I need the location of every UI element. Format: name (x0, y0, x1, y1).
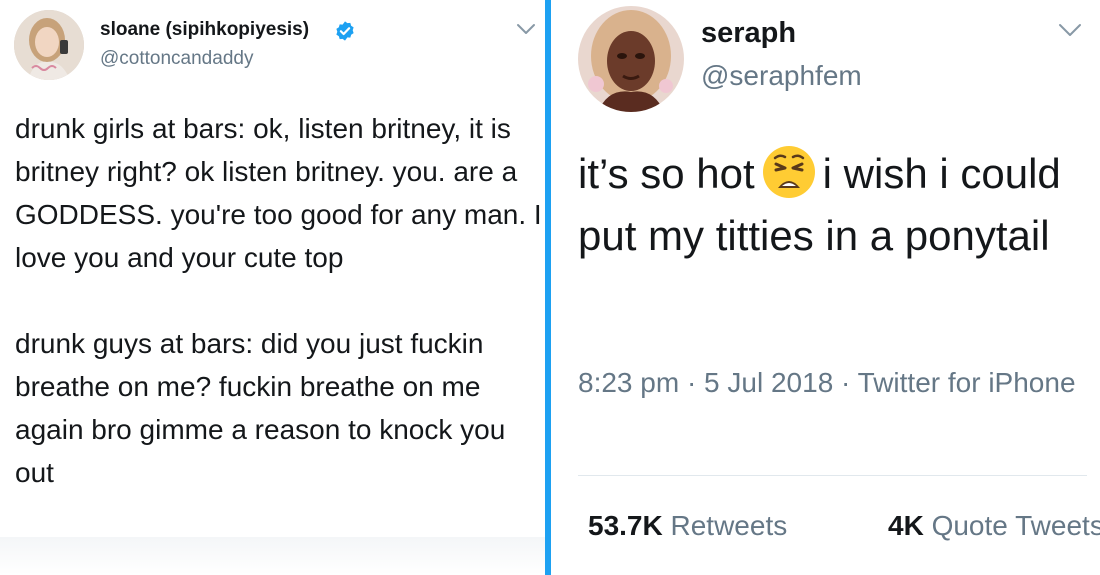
quote-tweets-stat[interactable]: 4K Quote Tweets (888, 510, 1100, 542)
tweet-paragraph-1: drunk girls at bars: ok, listen britney,… (15, 113, 542, 273)
right-tweet-card: seraph @seraphfem it’s so hot i wish i c… (551, 0, 1100, 575)
engagement-stats: 53.7K Retweets 4K Quote Tweets (588, 510, 1100, 542)
weary-face-emoji-icon (762, 145, 815, 198)
avatar-sloane[interactable] (14, 10, 84, 80)
quote-tweets-label: Quote Tweets (931, 510, 1100, 541)
tweet-text-part-1: it’s so hot (578, 150, 755, 197)
tweet-timestamp[interactable]: 8:23 pm · 5 Jul 2018 · Twitter for iPhon… (578, 362, 1078, 404)
user-handle[interactable]: @cottoncandaddy (100, 48, 253, 70)
avatar-seraph[interactable] (578, 6, 684, 112)
display-name[interactable]: sloane (sipihkopiyesis) (100, 19, 309, 41)
retweets-count: 53.7K (588, 510, 663, 541)
tweet-text: it’s so hot i wish i could put my tittie… (578, 143, 1093, 267)
user-handle[interactable]: @seraphfem (701, 60, 862, 92)
chevron-down-icon[interactable] (516, 22, 536, 36)
left-tweet-card: sloane (sipihkopiyesis) @cottoncandaddy … (0, 0, 545, 575)
chevron-down-icon[interactable] (1058, 22, 1082, 38)
tweet-paragraph-2: drunk guys at bars: did you just fuckin … (15, 328, 506, 488)
display-name[interactable]: seraph (701, 17, 796, 50)
verified-badge-icon (336, 21, 354, 41)
card-footer-shade (0, 537, 545, 575)
tweet-text: drunk girls at bars: ok, listen britney,… (15, 107, 543, 494)
retweets-label: Retweets (670, 510, 788, 541)
retweets-stat[interactable]: 53.7K Retweets (588, 510, 787, 541)
separator-line (578, 475, 1087, 476)
quote-tweets-count: 4K (888, 510, 924, 541)
